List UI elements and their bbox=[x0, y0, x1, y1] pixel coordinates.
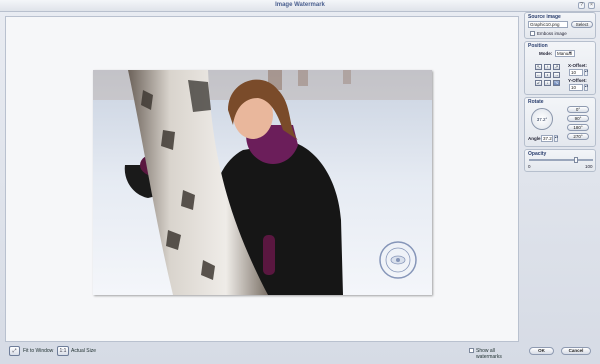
anchor-bottom-left[interactable]: ↙ bbox=[535, 80, 542, 86]
y-offset-spinner[interactable]: ▴▾ bbox=[584, 84, 588, 91]
actual-size-icon: 1:1 bbox=[59, 348, 67, 354]
anchor-left[interactable]: ← bbox=[535, 72, 542, 78]
x-offset-spinner[interactable]: ▴▾ bbox=[584, 69, 588, 76]
rotate-panel: Rotate 37.2° Angle: 37.2 ▴▾ 0° 90° 180° … bbox=[524, 97, 596, 147]
angle-field[interactable]: 37.2 bbox=[541, 135, 553, 142]
source-filename-field[interactable]: Graphic10.png bbox=[528, 21, 568, 28]
title-bar: Image Watermark ? × bbox=[0, 0, 600, 12]
fit-to-window-label[interactable]: Fit to Window bbox=[23, 348, 53, 354]
rotate-0-button[interactable]: 0° bbox=[567, 106, 589, 113]
photo-image bbox=[93, 70, 432, 295]
show-all-label: Show all watermarks bbox=[476, 348, 502, 360]
angle-label: Angle: bbox=[528, 136, 542, 141]
opacity-slider[interactable] bbox=[529, 159, 593, 161]
emboss-checkbox[interactable] bbox=[530, 31, 535, 36]
chevron-down-icon: ▾ bbox=[569, 50, 572, 55]
mode-label: Mode: bbox=[539, 51, 553, 56]
position-panel: Position Mode: Manual ▾ ↖ ↑ ↗ ← • → ↙ ↓ … bbox=[524, 41, 596, 95]
emboss-label: Emboss image bbox=[537, 31, 567, 36]
actual-size-button[interactable]: 1:1 bbox=[57, 346, 69, 356]
fit-icon: ⤢ bbox=[12, 348, 17, 354]
anchor-top[interactable]: ↑ bbox=[544, 64, 551, 70]
y-offset-field[interactable]: 10 bbox=[569, 84, 583, 91]
window-title: Image Watermark bbox=[275, 2, 325, 8]
opacity-slider-thumb[interactable] bbox=[574, 157, 578, 163]
anchor-bottom-right[interactable]: ↘ bbox=[553, 80, 560, 86]
opacity-panel: Opacity 0 100 bbox=[524, 149, 596, 172]
rotation-dial[interactable]: 37.2° bbox=[531, 108, 553, 130]
help-button[interactable]: ? bbox=[578, 2, 585, 9]
angle-spinner[interactable]: ▴▾ bbox=[554, 135, 558, 142]
actual-size-label[interactable]: Actual Size bbox=[71, 348, 96, 354]
position-title: Position bbox=[528, 43, 548, 49]
rotate-180-button[interactable]: 180° bbox=[567, 124, 589, 131]
select-button[interactable]: Select bbox=[571, 21, 593, 28]
rotate-90-button[interactable]: 90° bbox=[567, 115, 589, 122]
anchor-top-left[interactable]: ↖ bbox=[535, 64, 542, 70]
ok-button[interactable]: OK bbox=[529, 347, 554, 355]
opacity-min-label: 0 bbox=[528, 164, 531, 169]
close-button[interactable]: × bbox=[588, 2, 595, 9]
mode-select[interactable]: Manual bbox=[555, 50, 575, 57]
preview-toolbar: ⤢ Fit to Window 1:1 Actual Size Show all… bbox=[5, 344, 519, 360]
opacity-max-label: 100 bbox=[585, 164, 593, 169]
x-offset-field[interactable]: 10 bbox=[569, 69, 583, 76]
source-image-title: Source image bbox=[528, 14, 561, 20]
anchor-center[interactable]: • bbox=[544, 72, 551, 78]
preview-photo bbox=[93, 70, 432, 295]
cancel-button[interactable]: Cancel bbox=[561, 347, 591, 355]
help-icon: ? bbox=[580, 2, 583, 8]
preview-canvas bbox=[5, 16, 519, 342]
close-icon: × bbox=[590, 2, 593, 8]
x-offset-label: X-Offset: bbox=[568, 63, 587, 68]
rotate-title: Rotate bbox=[528, 99, 544, 105]
source-image-panel: Source image Graphic10.png Select Emboss… bbox=[524, 12, 596, 39]
anchor-top-right[interactable]: ↗ bbox=[553, 64, 560, 70]
anchor-bottom[interactable]: ↓ bbox=[544, 80, 551, 86]
image-watermark-dialog: Image Watermark ? × ⤢ Fit to Window 1:1 … bbox=[0, 0, 600, 364]
opacity-title: Opacity bbox=[528, 151, 547, 157]
y-offset-label: Y-Offset: bbox=[568, 78, 587, 83]
rotation-dial-value: 37.2° bbox=[536, 117, 548, 122]
fit-to-window-button[interactable]: ⤢ bbox=[9, 346, 20, 356]
show-all-checkbox[interactable] bbox=[469, 348, 474, 353]
anchor-right[interactable]: → bbox=[553, 72, 560, 78]
rotate-270-button[interactable]: 270° bbox=[567, 133, 589, 140]
